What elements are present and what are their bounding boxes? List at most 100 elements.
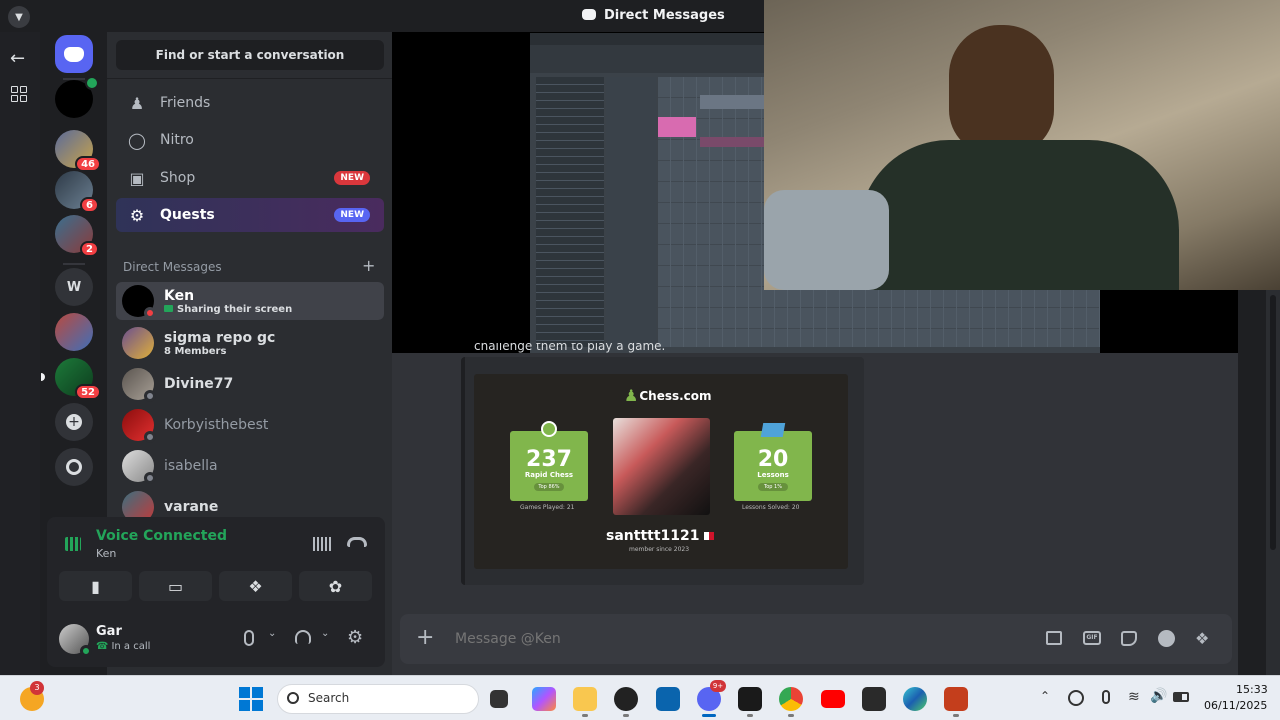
server-icon-4[interactable] bbox=[55, 313, 93, 351]
discord-home-button[interactable] bbox=[55, 35, 93, 73]
file-explorer-icon[interactable] bbox=[573, 687, 597, 711]
nav-quests[interactable]: ⚙ Quests NEW bbox=[116, 198, 384, 232]
scroll-thumb[interactable] bbox=[1270, 295, 1276, 550]
signal-icon bbox=[65, 537, 81, 551]
server-icon-2[interactable]: 6 bbox=[55, 171, 99, 213]
back-arrow-icon[interactable]: ← bbox=[10, 48, 25, 69]
emoji-icon[interactable] bbox=[1158, 630, 1175, 647]
dm-item-korby[interactable]: Korbyisthebest bbox=[116, 406, 384, 444]
mic-tray-icon[interactable] bbox=[1102, 690, 1110, 704]
rapid-rating: 237 bbox=[526, 447, 572, 472]
avatar bbox=[122, 450, 156, 484]
apps-icon[interactable]: ❖ bbox=[1195, 629, 1209, 648]
copilot-icon[interactable] bbox=[532, 687, 556, 711]
dm-item-sigma[interactable]: sigma repo gc 8 Members bbox=[116, 324, 384, 362]
server-icon-3[interactable]: 2 bbox=[55, 215, 99, 257]
battery-icon[interactable] bbox=[1173, 692, 1189, 702]
pattern-panel bbox=[606, 77, 656, 347]
dm-name: Divine77 bbox=[164, 376, 234, 392]
voice-status[interactable]: Voice Connected bbox=[96, 528, 227, 544]
windows-start-icon[interactable] bbox=[239, 687, 263, 711]
webcam-video[interactable] bbox=[764, 0, 1280, 290]
dm-name: sigma repo gc bbox=[164, 329, 276, 346]
server-icon-1[interactable]: 46 bbox=[55, 130, 101, 172]
nav-shop[interactable]: ▣ Shop NEW bbox=[116, 161, 384, 195]
media-app-icon[interactable] bbox=[862, 687, 886, 711]
nav-label: Shop bbox=[160, 170, 196, 186]
chess-username: santttt1121 bbox=[606, 528, 715, 544]
youtube-icon[interactable] bbox=[821, 690, 845, 708]
create-dm-plus-icon[interactable]: + bbox=[362, 256, 375, 275]
camera-off-icon: ▮ bbox=[91, 576, 100, 596]
dm-item-divine[interactable]: Divine77 bbox=[116, 365, 384, 403]
graduation-cap-icon bbox=[760, 423, 786, 437]
powerpoint-icon[interactable] bbox=[944, 687, 968, 711]
shop-icon: ▣ bbox=[129, 168, 145, 188]
tray-chevron-icon[interactable]: ⌃ bbox=[1040, 689, 1050, 703]
dm-sub: Sharing their screen bbox=[164, 304, 292, 315]
profile-avatar bbox=[613, 418, 710, 515]
microphone-icon[interactable] bbox=[244, 630, 254, 646]
mic-options-chevron-icon[interactable]: ⌄ bbox=[268, 628, 276, 639]
edge-icon[interactable] bbox=[903, 687, 927, 711]
person-body bbox=[859, 140, 1179, 290]
activities-button[interactable]: ❖ bbox=[219, 571, 292, 601]
sticker-icon[interactable] bbox=[1121, 631, 1137, 646]
voice-channel[interactable]: Ken bbox=[96, 547, 116, 560]
server-icon-5[interactable]: 52 bbox=[55, 358, 101, 400]
audio-editor-icon[interactable] bbox=[738, 687, 762, 711]
apps-grid-icon[interactable] bbox=[11, 86, 27, 102]
server-icon-w[interactable]: W bbox=[55, 268, 93, 306]
clock-date[interactable]: 06/11/2025 bbox=[1204, 699, 1267, 712]
lessons-tile: 20 Lessons Top 1% bbox=[734, 423, 812, 501]
gift-icon[interactable] bbox=[1046, 631, 1062, 645]
headphone-options-chevron-icon[interactable]: ⌄ bbox=[321, 628, 329, 639]
taskbar-search[interactable]: Search bbox=[277, 684, 479, 714]
server-badge: 52 bbox=[75, 384, 101, 400]
volume-icon[interactable]: 🔊 bbox=[1150, 688, 1167, 704]
nav-label: Quests bbox=[160, 207, 215, 223]
window-title: Direct Messages bbox=[604, 8, 725, 23]
clock-time[interactable]: 15:33 bbox=[1236, 683, 1268, 696]
noise-suppression-icon[interactable] bbox=[313, 537, 331, 551]
add-server-button[interactable]: + bbox=[55, 403, 93, 441]
share-screen-button[interactable]: ▭ bbox=[139, 571, 212, 601]
message-input[interactable] bbox=[455, 627, 1015, 651]
nav-nitro[interactable]: ◯ Nitro bbox=[116, 123, 384, 157]
nav-label: Nitro bbox=[160, 132, 194, 148]
soundboard-icon: ✿ bbox=[328, 576, 343, 596]
chess-logo: ♟ Chess.com bbox=[624, 386, 712, 405]
camera-off-button[interactable]: ▮ bbox=[59, 571, 132, 601]
collapse-menu-button[interactable]: ▼ bbox=[8, 6, 30, 28]
discover-button[interactable] bbox=[55, 448, 93, 486]
soundboard-button[interactable]: ✿ bbox=[299, 571, 372, 601]
user-avatar[interactable] bbox=[59, 624, 92, 657]
dm-item-ken[interactable]: Ken Sharing their screen bbox=[116, 282, 384, 320]
headphones-icon[interactable] bbox=[295, 630, 311, 644]
chess-profile-card[interactable]: ♟ Chess.com 237 Rapid Chess Top 86% Game… bbox=[474, 374, 848, 569]
gif-icon[interactable]: GIF bbox=[1083, 631, 1101, 645]
sync-icon[interactable] bbox=[1068, 690, 1084, 706]
outlook-icon[interactable] bbox=[656, 687, 680, 711]
task-view-icon[interactable] bbox=[490, 690, 508, 708]
nav-label: Friends bbox=[160, 95, 211, 111]
user-name[interactable]: Gar bbox=[96, 624, 122, 639]
nav-friends[interactable]: ♟ Friends bbox=[116, 86, 384, 120]
chat-scrollbar[interactable] bbox=[1266, 290, 1280, 675]
settings-gear-icon[interactable]: ⚙ bbox=[347, 627, 363, 648]
disconnect-icon[interactable] bbox=[347, 537, 367, 547]
quests-icon: ⚙ bbox=[129, 205, 145, 225]
find-conversation-button[interactable]: Find or start a conversation bbox=[116, 40, 384, 70]
windows-taskbar: 3 Search 9+ ⌃ ≋ 🔊 15:33 06/11/2025 bbox=[0, 675, 1280, 720]
weather-icon[interactable]: 3 bbox=[20, 681, 44, 711]
wifi-icon[interactable]: ≋ bbox=[1128, 689, 1140, 705]
browser-panel bbox=[536, 77, 604, 347]
server-icon-dark[interactable] bbox=[55, 76, 99, 118]
dm-item-isabella[interactable]: isabella bbox=[116, 447, 384, 485]
divider bbox=[107, 78, 392, 79]
avatar bbox=[122, 368, 156, 402]
discord-taskbar-icon[interactable]: 9+ bbox=[697, 680, 726, 711]
fl-studio-icon[interactable] bbox=[614, 687, 638, 711]
attach-plus-icon[interactable]: + bbox=[416, 625, 434, 650]
chrome-icon[interactable] bbox=[779, 687, 803, 711]
